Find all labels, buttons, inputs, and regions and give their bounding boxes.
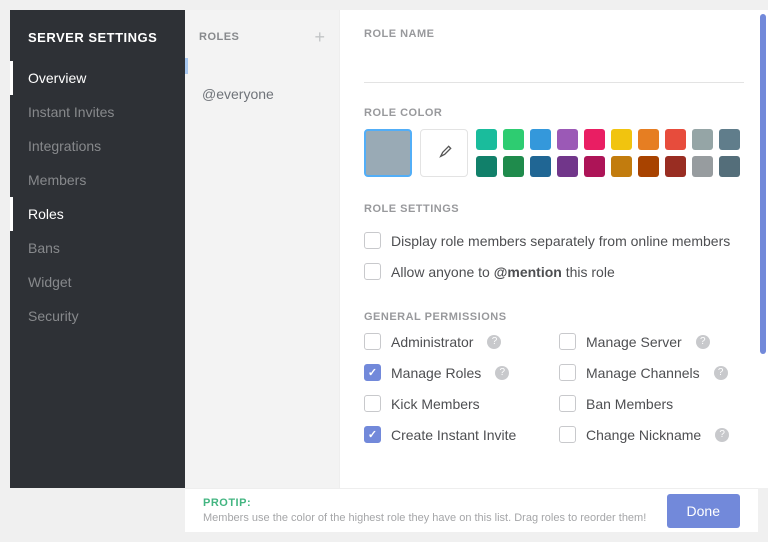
- color-swatch[interactable]: [665, 156, 686, 177]
- color-swatch[interactable]: [503, 129, 524, 150]
- checkbox[interactable]: [364, 395, 381, 412]
- perm-label: Manage Server: [586, 334, 682, 350]
- scrollbar[interactable]: [760, 14, 766, 354]
- color-swatch[interactable]: [584, 129, 605, 150]
- checkbox-allow-mention[interactable]: [364, 263, 381, 280]
- color-swatch[interactable]: [638, 156, 659, 177]
- footer: PROTIP: Members use the color of the hig…: [185, 488, 758, 532]
- protip-text: Members use the color of the highest rol…: [203, 512, 646, 524]
- eyedropper-icon: [436, 143, 452, 164]
- app-window: SERVER SETTINGS OverviewInstant InvitesI…: [10, 10, 768, 488]
- color-swatch[interactable]: [611, 129, 632, 150]
- perm-administrator: Administrator?: [364, 333, 549, 350]
- setting-display-separately: Display role members separately from onl…: [364, 225, 744, 256]
- sidebar-item-security[interactable]: Security: [10, 299, 185, 333]
- help-icon[interactable]: ?: [487, 335, 501, 349]
- sidebar-item-instant-invites[interactable]: Instant Invites: [10, 95, 185, 129]
- role-item[interactable]: @everyone: [185, 78, 339, 110]
- sidebar-item-integrations[interactable]: Integrations: [10, 129, 185, 163]
- sidebar: SERVER SETTINGS OverviewInstant InvitesI…: [10, 10, 185, 488]
- role-color-label: ROLE COLOR: [364, 107, 744, 119]
- perm-label: Administrator: [391, 334, 473, 350]
- role-item-blank[interactable]: [185, 58, 339, 74]
- color-swatch[interactable]: [611, 156, 632, 177]
- color-swatch[interactable]: [530, 156, 551, 177]
- roles-header: ROLES +: [185, 10, 339, 58]
- checkbox[interactable]: [364, 333, 381, 350]
- roles-header-label: ROLES: [199, 31, 239, 43]
- role-editor: ROLE NAME ROLE COLOR ROLE SETTINGS: [340, 10, 768, 488]
- sidebar-item-overview[interactable]: Overview: [10, 61, 185, 95]
- checkbox[interactable]: [559, 426, 576, 443]
- add-role-button[interactable]: +: [314, 28, 325, 46]
- role-name-input[interactable]: [364, 50, 744, 83]
- setting-label: Display role members separately from onl…: [391, 233, 730, 249]
- checkbox-display-separately[interactable]: [364, 232, 381, 249]
- perm-change-nickname: Change Nickname?: [559, 426, 744, 443]
- perm-label: Ban Members: [586, 396, 673, 412]
- sidebar-item-roles[interactable]: Roles: [10, 197, 185, 231]
- perm-create-instant-invite: Create Instant Invite: [364, 426, 549, 443]
- color-swatch[interactable]: [530, 129, 551, 150]
- sidebar-item-widget[interactable]: Widget: [10, 265, 185, 299]
- color-swatch[interactable]: [503, 156, 524, 177]
- perm-ban-members: Ban Members: [559, 395, 744, 412]
- color-swatch[interactable]: [638, 129, 659, 150]
- checkbox[interactable]: [559, 395, 576, 412]
- color-swatch[interactable]: [692, 129, 713, 150]
- perm-label: Change Nickname: [586, 427, 701, 443]
- setting-label: Allow anyone to @mention this role: [391, 264, 615, 280]
- help-icon[interactable]: ?: [495, 366, 509, 380]
- color-swatch[interactable]: [665, 129, 686, 150]
- color-swatch[interactable]: [584, 156, 605, 177]
- checkbox[interactable]: [364, 426, 381, 443]
- permissions-label: GENERAL PERMISSIONS: [364, 311, 744, 323]
- checkbox[interactable]: [364, 364, 381, 381]
- roles-panel: ROLES + @everyone: [185, 10, 340, 488]
- checkbox[interactable]: [559, 364, 576, 381]
- color-swatch[interactable]: [476, 156, 497, 177]
- perm-manage-channels: Manage Channels?: [559, 364, 744, 381]
- done-button[interactable]: Done: [667, 494, 740, 528]
- sidebar-item-members[interactable]: Members: [10, 163, 185, 197]
- perm-label: Manage Channels: [586, 365, 700, 381]
- help-icon[interactable]: ?: [714, 366, 728, 380]
- perm-label: Kick Members: [391, 396, 480, 412]
- color-swatch[interactable]: [692, 156, 713, 177]
- color-swatch[interactable]: [557, 156, 578, 177]
- sidebar-item-bans[interactable]: Bans: [10, 231, 185, 265]
- protip: PROTIP: Members use the color of the hig…: [203, 496, 646, 525]
- role-name-label: ROLE NAME: [364, 28, 744, 40]
- color-swatch[interactable]: [719, 129, 740, 150]
- sidebar-title: SERVER SETTINGS: [10, 18, 185, 61]
- perm-manage-server: Manage Server?: [559, 333, 744, 350]
- setting-allow-mention: Allow anyone to @mention this role: [364, 256, 744, 287]
- color-palette: [476, 129, 740, 177]
- color-swatch[interactable]: [476, 129, 497, 150]
- perm-label: Create Instant Invite: [391, 427, 516, 443]
- help-icon[interactable]: ?: [715, 428, 729, 442]
- protip-label: PROTIP:: [203, 497, 251, 509]
- checkbox[interactable]: [559, 333, 576, 350]
- default-color-swatch[interactable]: [364, 129, 412, 177]
- help-icon[interactable]: ?: [696, 335, 710, 349]
- perm-kick-members: Kick Members: [364, 395, 549, 412]
- perm-label: Manage Roles: [391, 365, 481, 381]
- color-swatch[interactable]: [557, 129, 578, 150]
- eyedropper-button[interactable]: [420, 129, 468, 177]
- color-swatch[interactable]: [719, 156, 740, 177]
- perm-manage-roles: Manage Roles?: [364, 364, 549, 381]
- role-settings-label: ROLE SETTINGS: [364, 203, 744, 215]
